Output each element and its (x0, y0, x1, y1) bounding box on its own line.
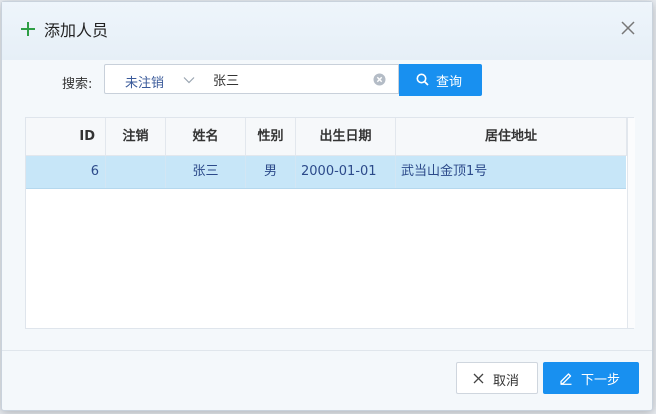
person-table: ID 注销 姓名 性别 出生日期 居住地址 6 张三 男 2000-01-01 … (25, 117, 635, 329)
table-header: ID 注销 姓名 性别 出生日期 居住地址 (26, 118, 633, 156)
column-header-address[interactable]: 居住地址 (396, 118, 627, 155)
search-label: 搜索: (62, 77, 93, 92)
next-step-button[interactable]: 下一步 (543, 362, 639, 394)
cell-cancelled (106, 156, 166, 188)
column-header-birth-date[interactable]: 出生日期 (296, 118, 396, 155)
table-scroll-gutter[interactable] (627, 118, 635, 328)
cell-name: 张三 (166, 156, 246, 188)
column-header-gender[interactable]: 性别 (246, 118, 296, 155)
cell-birth-date: 2000-01-01 (296, 156, 396, 188)
chevron-down-icon (183, 77, 195, 84)
search-input[interactable] (205, 64, 399, 94)
column-header-name[interactable]: 姓名 (166, 118, 246, 155)
cancel-button-label: 取消 (493, 373, 520, 388)
next-step-button-label: 下一步 (581, 372, 621, 387)
query-button[interactable]: 查询 (399, 64, 482, 96)
clear-icon[interactable] (373, 73, 386, 86)
plus-icon (21, 22, 35, 36)
search-bar: 搜索: 未注销 查询 (2, 64, 652, 98)
column-header-cancelled[interactable]: 注销 (106, 118, 166, 155)
dialog-header: 添加人员 (2, 2, 652, 60)
status-select-value: 未注销 (125, 76, 165, 91)
close-icon[interactable] (618, 18, 638, 38)
x-icon (473, 373, 484, 384)
cancel-button[interactable]: 取消 (456, 362, 538, 394)
status-select[interactable]: 未注销 (104, 64, 206, 94)
pencil-icon (560, 373, 572, 385)
cell-address: 武当山金顶1号 (401, 164, 488, 179)
add-person-dialog: 添加人员 搜索: 未注销 查询 ID (1, 1, 653, 411)
footer-divider (2, 350, 652, 351)
search-icon (416, 73, 429, 86)
column-header-id[interactable]: ID (26, 118, 106, 155)
query-button-label: 查询 (436, 74, 463, 89)
table-row[interactable]: 6 张三 男 2000-01-01 武当山金顶1号 (26, 156, 626, 189)
cell-gender: 男 (246, 156, 296, 188)
dialog-title: 添加人员 (44, 21, 109, 40)
cell-id: 6 (26, 156, 106, 188)
